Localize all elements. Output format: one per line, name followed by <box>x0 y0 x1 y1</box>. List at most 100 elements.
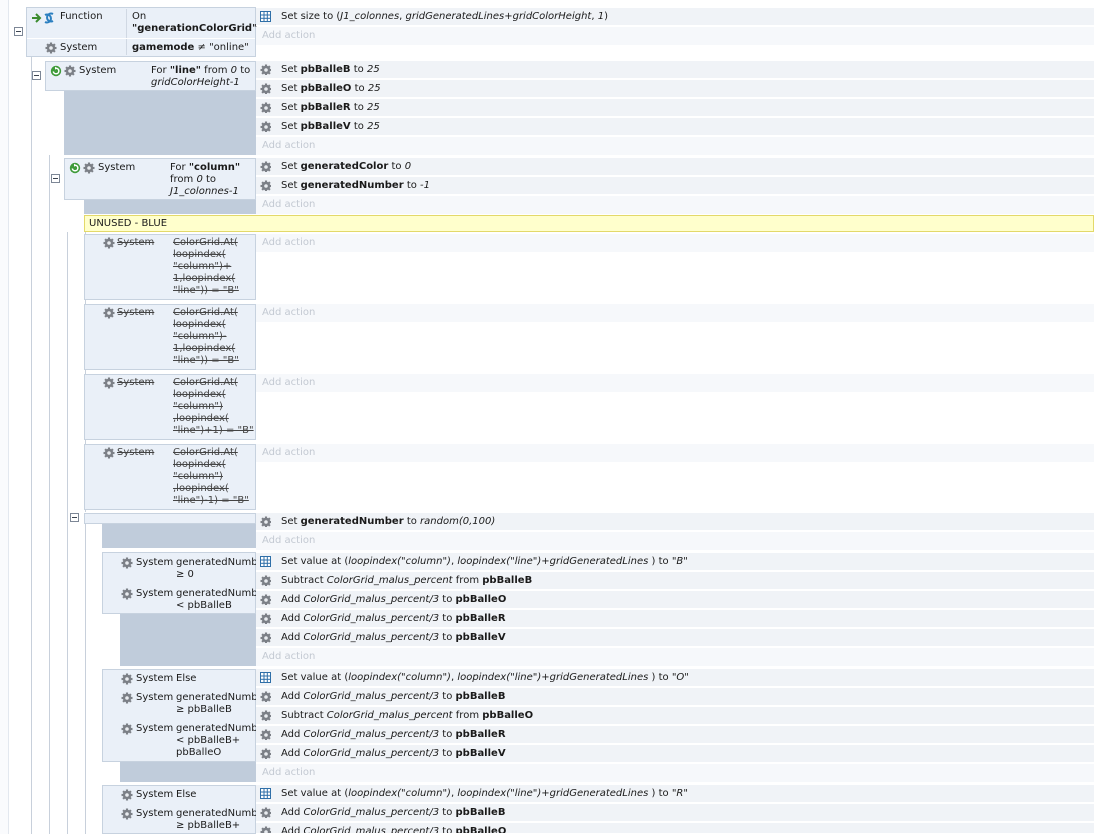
gear-icon <box>260 710 271 721</box>
gear-icon <box>260 161 271 172</box>
add-action-link[interactable]: Add action <box>256 764 1094 782</box>
action-set-pballer[interactable]: Set pbBalleR to 25 <box>256 99 1094 117</box>
sub-r-condition-1: generatedNumber≥ pbBalleB+ <box>176 808 256 831</box>
system-label: System <box>136 808 174 819</box>
sub-b-condition-1: generatedNumber≥ 0 <box>176 557 256 580</box>
gear-icon <box>83 162 95 174</box>
system-label: System <box>98 162 136 173</box>
condition-filler <box>84 200 256 214</box>
condition-divider <box>126 9 127 55</box>
action-add-b[interactable]: Add ColorGrid_malus_percent/3 to pbBalle… <box>256 688 1094 706</box>
system-label: System <box>136 673 174 684</box>
add-action-link[interactable]: Add action <box>256 532 1094 550</box>
system-label: System <box>136 588 174 599</box>
gear-icon <box>121 789 133 801</box>
add-action-link[interactable]: Add action <box>256 27 1094 45</box>
system-label: System <box>60 42 98 53</box>
system-label: System <box>136 789 174 800</box>
condition-separator <box>27 38 255 39</box>
add-action-link[interactable]: Add action <box>256 234 1094 252</box>
gear-icon <box>260 102 271 113</box>
action-set-generatedcolor[interactable]: Set generatedColor to 0 <box>256 158 1094 176</box>
function-name: "generationColorGrid" <box>132 23 258 34</box>
system-label: System <box>79 65 117 76</box>
sub-o-condition-2: generatedNumber< pbBalleB+pbBalleO <box>176 723 256 758</box>
unused-condition-4: ColorGrid.At(loopindex("column") ,loopind… <box>173 447 249 506</box>
tree-line <box>49 155 50 834</box>
comment-unused-blue[interactable]: UNUSED - BLUE <box>84 215 1094 232</box>
action-subtract-o[interactable]: Subtract ColorGrid_malus_percent from pb… <box>256 707 1094 725</box>
add-action-link[interactable]: Add action <box>256 648 1094 666</box>
gear-icon <box>260 575 271 586</box>
sub-o-condition-1: generatedNumber≥ pbBalleB <box>176 692 256 715</box>
gear-icon <box>121 557 133 569</box>
action-set-pbballeb[interactable]: Set pbBalleB to 25 <box>256 61 1094 79</box>
loop-column-limit: J1_colonnes-1 <box>170 186 239 197</box>
action-set-generatednumber-random[interactable]: Set generatedNumber to random(0,100) <box>256 513 1094 531</box>
action-set-value-r[interactable]: Set value at (loopindex("column"), loopi… <box>256 785 1094 803</box>
gear-icon <box>103 307 115 319</box>
add-action-link[interactable]: Add action <box>256 304 1094 322</box>
action-set-value-o[interactable]: Set value at (loopindex("column"), loopi… <box>256 669 1094 687</box>
system-label: System <box>136 692 174 703</box>
action-subtract-b[interactable]: Subtract ColorGrid_malus_percent from pb… <box>256 572 1094 590</box>
action-add-r[interactable]: Add ColorGrid_malus_percent/3 to pbBalle… <box>256 610 1094 628</box>
collapse-toggle[interactable] <box>70 513 79 522</box>
sub-b-condition-2: generatedNumber< pbBalleB <box>176 588 256 611</box>
collapse-toggle[interactable] <box>51 174 60 183</box>
collapse-toggle[interactable] <box>32 71 41 80</box>
action-add-o[interactable]: Add ColorGrid_malus_percent/3 to pbBalle… <box>256 823 1094 834</box>
condition-filler <box>102 524 256 548</box>
condition-block-empty[interactable] <box>84 513 256 524</box>
gear-icon <box>260 826 271 833</box>
action-set-pballeo[interactable]: Set pbBalleO to 25 <box>256 80 1094 98</box>
gear-icon <box>260 180 271 191</box>
function-on-label: On <box>132 11 147 22</box>
gear-icon <box>103 377 115 389</box>
action-set-generatednumber[interactable]: Set generatedNumber to -1 <box>256 177 1094 195</box>
system-label: System <box>117 237 155 248</box>
gamemode-condition: gamemode ≠ "online" <box>132 42 249 53</box>
condition-filler <box>120 614 256 666</box>
condition-filler <box>120 762 256 782</box>
system-label: System <box>136 723 174 734</box>
trigger-arrows-icon <box>32 12 54 24</box>
left-margin-bar <box>0 0 9 834</box>
loop-line-condition: For "line" from 0 to <box>151 65 251 76</box>
gear-icon <box>260 64 271 75</box>
action-add-r[interactable]: Add ColorGrid_malus_percent/3 to pbBalle… <box>256 726 1094 744</box>
add-action-link[interactable]: Add action <box>256 137 1094 155</box>
grid-icon <box>260 11 271 22</box>
gear-icon <box>121 808 133 820</box>
collapse-toggle[interactable] <box>14 27 23 36</box>
condition-filler <box>64 91 256 155</box>
action-set-size[interactable]: Set size to (J1_colonnes, gridGeneratedL… <box>256 8 1094 26</box>
action-add-b[interactable]: Add ColorGrid_malus_percent/3 to pbBalle… <box>256 804 1094 822</box>
gear-icon <box>260 807 271 818</box>
gear-icon <box>260 83 271 94</box>
action-add-o[interactable]: Add ColorGrid_malus_percent/3 to pbBalle… <box>256 591 1094 609</box>
unused-condition-2: ColorGrid.At(loopindex("column")- 1,loopi… <box>173 307 239 366</box>
action-add-v[interactable]: Add ColorGrid_malus_percent/3 to pbBalle… <box>256 629 1094 647</box>
system-label: System <box>117 447 155 458</box>
gear-icon <box>260 516 271 527</box>
gear-icon <box>121 588 133 600</box>
gear-icon <box>121 692 133 704</box>
action-add-v[interactable]: Add ColorGrid_malus_percent/3 to pbBalle… <box>256 745 1094 763</box>
gear-icon <box>121 673 133 685</box>
add-action-link[interactable]: Add action <box>256 374 1094 392</box>
loop-line-limit: gridColorHeight-1 <box>151 77 240 88</box>
gear-icon <box>260 121 271 132</box>
grid-icon <box>260 788 271 799</box>
gear-icon <box>103 237 115 249</box>
function-trigger-icons <box>31 11 57 28</box>
gear-icon <box>260 729 271 740</box>
loop-column-condition: For "column" <box>170 162 241 173</box>
gear-icon <box>260 748 271 759</box>
action-set-value-b[interactable]: Set value at (loopindex("column"), loopi… <box>256 553 1094 571</box>
unused-condition-3: ColorGrid.At(loopindex("column") ,loopind… <box>173 377 254 436</box>
add-action-link[interactable]: Add action <box>256 196 1094 214</box>
function-label: Function <box>60 11 103 22</box>
action-set-pballev[interactable]: Set pbBalleV to 25 <box>256 118 1094 136</box>
add-action-link[interactable]: Add action <box>256 444 1094 462</box>
